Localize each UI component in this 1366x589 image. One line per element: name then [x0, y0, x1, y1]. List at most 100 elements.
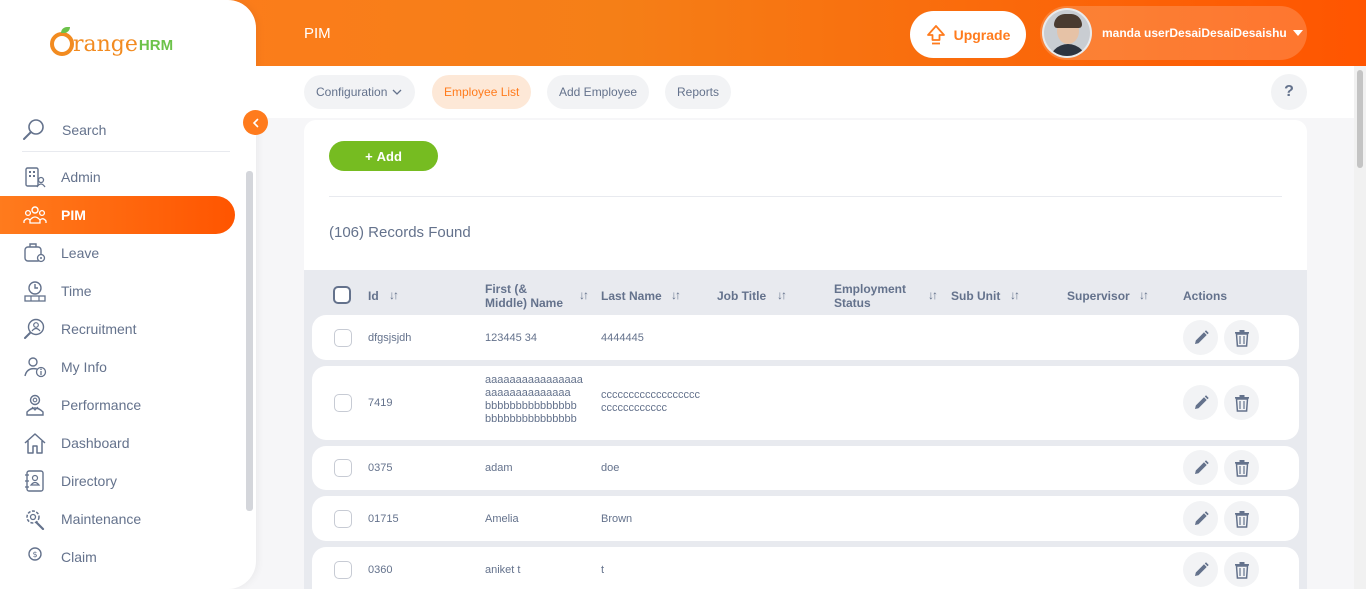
header-supervisor[interactable]: Supervisor: [1067, 289, 1130, 303]
chevron-left-icon: [252, 118, 258, 127]
sidebar-search[interactable]: Search: [22, 108, 230, 152]
table-row[interactable]: [312, 446, 1299, 490]
cell-id: dfgsjsjdh: [368, 332, 412, 344]
cell-first-name: Amelia: [485, 513, 519, 525]
cell-id: 01715: [368, 513, 399, 525]
header-last-name[interactable]: Last Name: [601, 289, 662, 303]
plus-icon: +: [365, 148, 373, 164]
sidebar-item-performance[interactable]: Performance: [0, 386, 256, 424]
logo-text: range: [73, 32, 138, 57]
avatar: [1042, 8, 1092, 58]
page-title: PIM: [304, 25, 331, 42]
cell-line: bbbbbbbbbbbbbbb: [485, 413, 577, 425]
sort-icon[interactable]: ↓↑: [389, 288, 399, 302]
user-dropdown[interactable]: manda userDesaiDesaiDesaishu: [1040, 6, 1307, 60]
cell-id: 7419: [368, 397, 393, 409]
row-checkbox[interactable]: [334, 459, 352, 477]
sidebar-item-admin[interactable]: Admin: [0, 158, 256, 196]
tab-employee-list[interactable]: Employee List: [432, 75, 532, 109]
header-id[interactable]: Id: [368, 289, 379, 303]
edit-button[interactable]: [1183, 552, 1218, 587]
delete-button[interactable]: [1224, 552, 1259, 587]
page-scrollbar[interactable]: [1354, 66, 1366, 589]
sidebar-item-label: Performance: [61, 397, 142, 413]
select-all-checkbox[interactable]: [333, 286, 351, 304]
sidebar-item-recruitment[interactable]: Recruitment: [0, 310, 256, 348]
collapse-sidebar-button[interactable]: [243, 110, 268, 135]
header-job-title[interactable]: Job Title: [717, 289, 766, 303]
sort-icon[interactable]: ↓↑: [1139, 288, 1149, 302]
header-sub-unit[interactable]: Sub Unit: [951, 289, 1000, 303]
trash-icon: [1234, 329, 1249, 347]
upgrade-arrow-icon: [926, 24, 945, 44]
cell-first-name: aniket t: [485, 564, 521, 576]
row-checkbox[interactable]: [334, 510, 352, 528]
sidebar-item-label: Claim: [61, 549, 97, 565]
pim-icon: [23, 206, 47, 224]
table-row[interactable]: [312, 547, 1299, 589]
orangehrm-logo[interactable]: range HRM: [50, 27, 173, 57]
sort-icon[interactable]: ↓↑: [1010, 288, 1020, 302]
sidebar-item-pim[interactable]: PIM: [0, 196, 235, 234]
table-row[interactable]: [312, 315, 1299, 360]
row-checkbox[interactable]: [334, 394, 352, 412]
cell-id: 0375: [368, 462, 393, 474]
sort-icon[interactable]: ↓↑: [777, 288, 787, 302]
tab-label: Employee List: [444, 85, 520, 99]
pencil-icon: [1194, 561, 1209, 576]
cell-last-name: Brown: [601, 513, 633, 525]
cell-first-name: aaaaaaaaaaaaaaaa aaaaaaaaaaaaaa bbbbbbbb…: [485, 374, 583, 426]
cell-last-name: doe: [601, 462, 620, 474]
sort-icon[interactable]: ↓↑: [579, 288, 589, 302]
logo-mark: [50, 27, 74, 56]
sidebar-item-maintenance[interactable]: Maintenance: [0, 500, 256, 538]
edit-button[interactable]: [1183, 385, 1218, 420]
records-found: (106) Records Found: [329, 224, 471, 241]
tab-reports[interactable]: Reports: [665, 75, 732, 109]
help-button[interactable]: ?: [1271, 74, 1307, 110]
edit-button[interactable]: [1183, 320, 1218, 355]
delete-button[interactable]: [1224, 450, 1259, 485]
add-employee-button[interactable]: + Add: [329, 141, 438, 171]
performance-icon: [26, 394, 44, 416]
header-employment-line1: Employment: [834, 282, 907, 296]
sidebar-item-dashboard[interactable]: Dashboard: [0, 424, 256, 462]
header-employment-line2: Status: [834, 296, 871, 310]
sidebar-item-directory[interactable]: Directory: [0, 462, 256, 500]
edit-button[interactable]: [1183, 450, 1218, 485]
row-checkbox[interactable]: [334, 561, 352, 579]
my-info-icon: [24, 357, 47, 378]
tab-configuration[interactable]: Configuration: [304, 75, 416, 109]
delete-button[interactable]: [1224, 501, 1259, 536]
sidebar-item-claim[interactable]: $ Claim: [0, 538, 256, 576]
delete-button[interactable]: [1224, 385, 1259, 420]
chevron-down-icon: [392, 89, 402, 95]
sidebar-item-my-info[interactable]: My Info: [0, 348, 256, 386]
tab-label: Add Employee: [559, 85, 638, 99]
search-icon: [23, 118, 44, 140]
add-label: Add: [376, 148, 402, 164]
sidebar-scrollbar[interactable]: [246, 165, 253, 555]
upgrade-button[interactable]: Upgrade: [910, 11, 1026, 58]
tab-add-employee[interactable]: Add Employee: [547, 75, 650, 109]
sidebar-item-label: Recruitment: [61, 321, 137, 337]
recruitment-icon: [24, 318, 45, 339]
trash-icon: [1234, 561, 1249, 579]
header-first-name[interactable]: First (& Middle) Name: [485, 282, 563, 310]
search-label: Search: [62, 121, 107, 138]
table-row[interactable]: [312, 496, 1299, 541]
table-row[interactable]: [312, 366, 1299, 440]
sidebar-item-leave[interactable]: Leave: [0, 234, 256, 272]
row-checkbox[interactable]: [334, 329, 352, 347]
sort-icon[interactable]: ↓↑: [671, 288, 681, 302]
sidebar-item-label: Maintenance: [61, 511, 142, 527]
header-employment-status[interactable]: Employment Status: [834, 282, 906, 310]
sort-icon[interactable]: ↓↑: [928, 288, 938, 302]
sub-navigation: [256, 66, 1354, 118]
cell-first-name: 123445 34: [485, 332, 537, 344]
sidebar-item-time[interactable]: Time: [0, 272, 256, 310]
edit-button[interactable]: [1183, 501, 1218, 536]
leave-icon: [24, 243, 46, 263]
sidebar-item-label: PIM: [61, 207, 86, 223]
delete-button[interactable]: [1224, 320, 1259, 355]
